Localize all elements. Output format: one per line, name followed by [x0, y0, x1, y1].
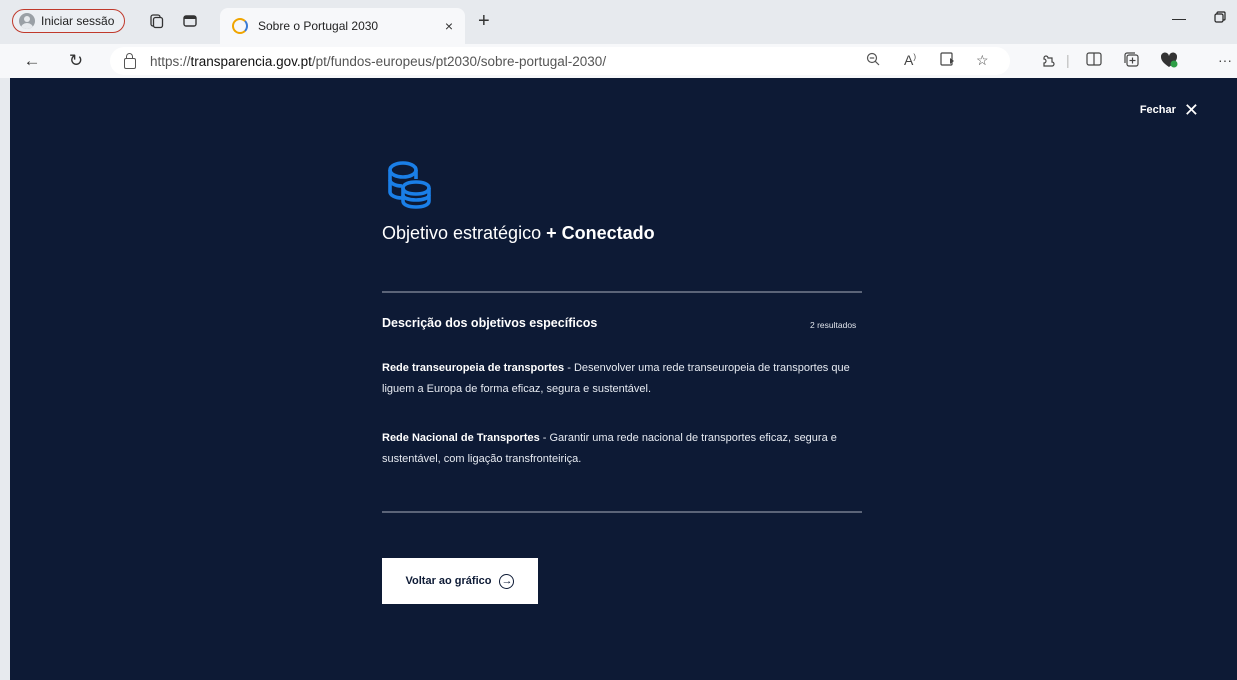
- profile-label: Iniciar sessão: [41, 14, 115, 28]
- section-title: Descrição dos objetivos específicos: [382, 316, 598, 330]
- page-title: Objetivo estratégico + Conectado: [382, 223, 655, 243]
- restore-icon[interactable]: [1214, 10, 1226, 26]
- tab-actions-icon[interactable]: [180, 11, 200, 31]
- favorite-star-icon[interactable]: ☆: [976, 52, 989, 69]
- refresh-icon[interactable]: ↻: [66, 51, 86, 71]
- close-icon: ✕: [1183, 100, 1199, 120]
- url-text: https://transparencia.gov.pt/pt/fundos-e…: [150, 53, 607, 69]
- list-item: Rede transeuropeia de transportes - Dese…: [382, 362, 850, 395]
- toolbar-divider: |: [1066, 52, 1070, 68]
- bottom-divider: [382, 511, 862, 513]
- immersive-reader-icon[interactable]: [940, 52, 956, 69]
- results-count: 2 resultados: [810, 320, 857, 330]
- coins-stack-icon: [388, 161, 431, 209]
- read-aloud-icon[interactable]: A): [904, 52, 916, 68]
- workspaces-icon[interactable]: [146, 11, 166, 31]
- tab-close-icon[interactable]: ×: [445, 18, 453, 34]
- browser-essentials-icon[interactable]: [1160, 52, 1178, 71]
- more-options-icon[interactable]: ···: [1218, 52, 1232, 68]
- split-screen-icon[interactable]: [1086, 52, 1102, 69]
- tab-title: Sobre o Portugal 2030: [258, 19, 379, 33]
- site-favicon-icon: [232, 18, 248, 34]
- browser-tab-strip: Iniciar sessão Sobre o Portugal 2030 × +…: [0, 0, 1237, 44]
- top-divider: [382, 291, 862, 293]
- collections-icon[interactable]: [1124, 52, 1140, 71]
- extensions-icon[interactable]: [1040, 52, 1056, 71]
- profile-button[interactable]: Iniciar sessão: [12, 9, 126, 33]
- browser-toolbar: ← ↻ https://transparencia.gov.pt/pt/fund…: [0, 44, 1237, 78]
- back-to-chart-button[interactable]: Voltar ao gráfico →: [382, 558, 538, 604]
- back-button-label: Voltar ao gráfico: [405, 575, 492, 587]
- close-button[interactable]: Fechar ✕: [1139, 100, 1199, 120]
- active-tab[interactable]: Sobre o Portugal 2030 ×: [220, 8, 465, 44]
- new-tab-icon[interactable]: +: [478, 10, 490, 33]
- list-item: Rede Nacional de Transportes - Garantir …: [382, 432, 837, 465]
- lock-icon: [124, 52, 136, 69]
- modal-overlay: Fechar ✕ Objetivo estratégico + Conectad…: [10, 78, 1237, 680]
- close-label: Fechar: [1139, 104, 1176, 116]
- avatar-icon: [19, 13, 35, 29]
- arrow-right-circle-icon: →: [499, 573, 515, 589]
- minimize-icon[interactable]: —: [1172, 10, 1186, 26]
- zoom-icon[interactable]: [866, 52, 880, 69]
- back-arrow-icon[interactable]: ←: [22, 51, 42, 71]
